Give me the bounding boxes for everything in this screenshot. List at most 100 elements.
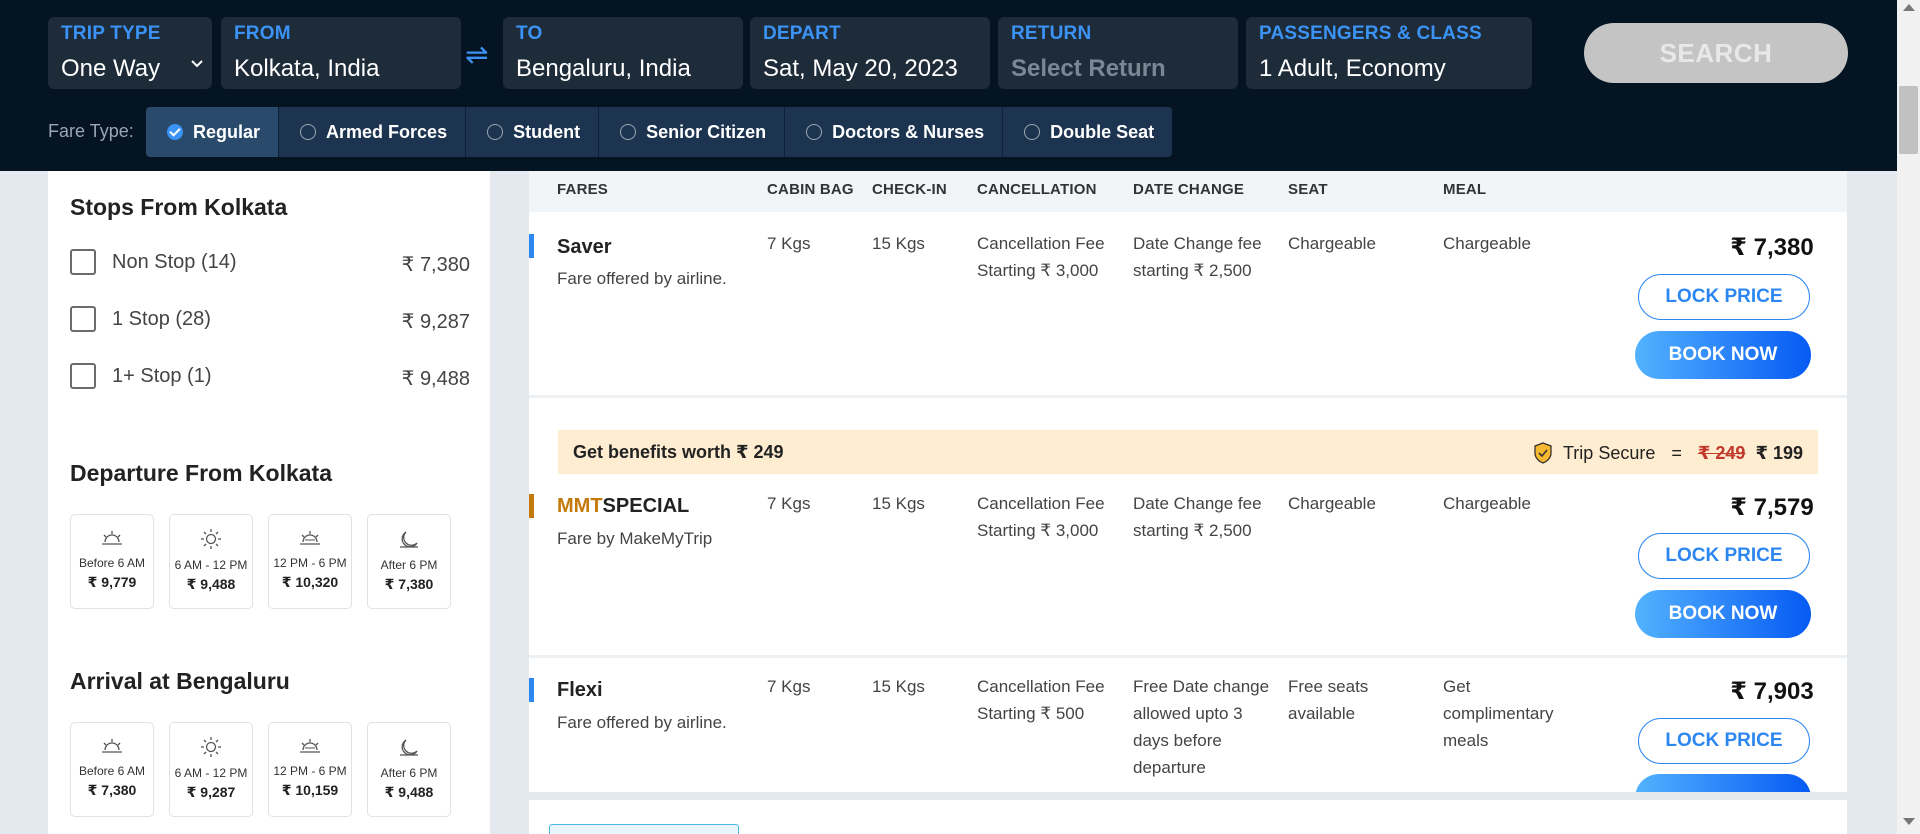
fare-name: Flexi <box>557 679 603 701</box>
seat-value: Free seats available <box>1288 673 1368 727</box>
scrollbar-thumb[interactable] <box>1899 86 1918 154</box>
arrival-slot-before-6am[interactable]: Before 6 AM ₹ 7,380 <box>70 722 154 817</box>
moon-icon <box>400 531 418 548</box>
trip-type-select[interactable]: TRIP TYPE One Way <box>48 17 212 89</box>
seat-line: available <box>1288 704 1356 723</box>
swap-icon[interactable]: ⇌ <box>465 38 488 71</box>
radio-icon <box>806 124 823 140</box>
fare-accent-bar <box>529 494 534 518</box>
cancellation-value: Cancellation Fee Starting ₹ 500 <box>977 673 1105 727</box>
passengers-class-label: PASSENGERS & CLASS <box>1259 23 1482 44</box>
arrival-slot-morning[interactable]: 6 AM - 12 PM ₹ 9,287 <box>169 722 253 817</box>
book-now-button[interactable] <box>1635 774 1811 792</box>
slot-price: ₹ 9,779 <box>87 574 137 590</box>
search-button[interactable]: SEARCH <box>1584 23 1848 83</box>
trip-secure-benefits-banner[interactable]: Get benefits worth ₹ 249 Trip Secure = ₹… <box>558 430 1818 474</box>
arrival-slot-afternoon[interactable]: 12 PM - 6 PM ₹ 10,159 <box>268 722 352 817</box>
stops-title: Stops From Kolkata <box>70 194 288 220</box>
sunrise-icon <box>102 739 122 753</box>
row-divider <box>529 792 1847 800</box>
old-price: ₹ 249 <box>1697 442 1746 463</box>
checkbox[interactable] <box>70 306 96 332</box>
check-in-value: 15 Kgs <box>872 677 925 696</box>
date-change-line: Date Change fee <box>1133 234 1262 253</box>
seat-value: Chargeable <box>1288 234 1376 253</box>
departure-slot-morning[interactable]: 6 AM - 12 PM ₹ 9,488 <box>169 514 253 609</box>
departure-title: Departure From Kolkata <box>70 460 333 486</box>
scroll-down-arrow-icon[interactable] <box>1903 818 1915 825</box>
cancellation-value: Cancellation Fee Starting ₹ 3,000 <box>977 490 1105 544</box>
next-flight-card <box>529 800 1847 834</box>
from-label: FROM <box>234 23 291 44</box>
date-change-line: days before <box>1133 731 1222 750</box>
passengers-class-value: 1 Adult, Economy <box>1259 55 1446 82</box>
lock-price-button[interactable]: LOCK PRICE <box>1638 718 1810 764</box>
date-change-line: starting ₹ 2,500 <box>1133 261 1252 280</box>
date-change-line: allowed upto 3 <box>1133 704 1243 723</box>
meal-line: Get <box>1443 677 1471 696</box>
fare-type-option-label: Doctors & Nurses <box>832 121 985 142</box>
return-label: RETURN <box>1011 23 1092 44</box>
benefits-text: Get benefits worth ₹ 249 <box>573 442 784 462</box>
slot-price: ₹ 9,488 <box>384 784 434 800</box>
depart-field[interactable]: DEPART Sat, May 20, 2023 <box>750 17 990 89</box>
fare-type-senior-citizen[interactable]: Senior Citizen <box>599 107 786 157</box>
stop-filter-nonstop[interactable]: Non Stop (14) ₹ 7,380 <box>70 247 470 277</box>
cancellation-line: Cancellation Fee <box>977 677 1105 696</box>
fare-price: ₹ 7,380 <box>1730 234 1814 261</box>
lock-price-button[interactable]: LOCK PRICE <box>1638 274 1810 320</box>
cabin-bag-value: 7 Kgs <box>767 494 811 513</box>
passengers-class-field[interactable]: PASSENGERS & CLASS 1 Adult, Economy <box>1246 17 1532 89</box>
slot-label: After 6 PM <box>380 766 438 780</box>
depart-value: Sat, May 20, 2023 <box>763 55 958 82</box>
date-change-line: departure <box>1133 758 1206 777</box>
meal-value: Chargeable <box>1443 234 1531 253</box>
fare-subtitle: Fare offered by airline. <box>557 713 727 732</box>
lock-price-button[interactable]: LOCK PRICE <box>1638 533 1810 579</box>
departure-slot-evening[interactable]: After 6 PM ₹ 7,380 <box>367 514 451 609</box>
col-header-check-in: CHECK-IN <box>872 181 947 198</box>
sunrise-icon <box>102 531 122 545</box>
departure-slot-afternoon[interactable]: 12 PM - 6 PM ₹ 10,320 <box>268 514 352 609</box>
cancellation-value: Cancellation Fee Starting ₹ 3,000 <box>977 230 1105 284</box>
fare-price: ₹ 7,903 <box>1730 678 1814 705</box>
stop-label: 1+ Stop (1) <box>112 365 212 387</box>
fare-type-student[interactable]: Student <box>466 107 600 157</box>
slot-price: ₹ 9,287 <box>186 784 236 800</box>
trip-type-value: One Way <box>61 55 161 82</box>
to-field[interactable]: TO Bengaluru, India <box>503 17 743 89</box>
cancellation-line: Starting ₹ 500 <box>977 704 1085 723</box>
book-now-button-clipped[interactable] <box>1635 774 1811 792</box>
arrival-slot-evening[interactable]: After 6 PM ₹ 9,488 <box>367 722 451 817</box>
book-now-button[interactable]: BOOK NOW <box>1635 331 1811 379</box>
moon-icon <box>400 739 418 756</box>
cabin-bag-value: 7 Kgs <box>767 677 811 696</box>
slot-label: 12 PM - 6 PM <box>273 764 347 778</box>
fare-type-double-seat[interactable]: Double Seat <box>1003 107 1173 157</box>
scroll-up-arrow-icon[interactable] <box>1903 4 1915 11</box>
sun-icon <box>201 529 221 549</box>
return-field[interactable]: RETURN Select Return <box>998 17 1238 89</box>
departure-slot-before-6am[interactable]: Before 6 AM ₹ 9,779 <box>70 514 154 609</box>
sunset-icon <box>300 531 320 545</box>
fare-type-armed-forces[interactable]: Armed Forces <box>279 107 467 157</box>
fare-type-regular[interactable]: Regular <box>146 107 280 157</box>
cancellation-line: Cancellation Fee <box>977 494 1105 513</box>
search-header: TRIP TYPE One Way FROM Kolkata, India ⇌ … <box>0 0 1897 171</box>
checkbox[interactable] <box>70 249 96 275</box>
from-field[interactable]: FROM Kolkata, India <box>221 17 461 89</box>
slot-price: ₹ 7,380 <box>384 576 434 592</box>
depart-label: DEPART <box>763 23 841 44</box>
book-now-button[interactable]: BOOK NOW <box>1635 590 1811 638</box>
radio-icon <box>1024 124 1041 140</box>
stop-filter-1-stop[interactable]: 1 Stop (28) ₹ 9,287 <box>70 304 470 334</box>
stop-filter-1plus-stop[interactable]: 1+ Stop (1) ₹ 9,488 <box>70 361 470 391</box>
sunset-icon <box>300 739 320 753</box>
fare-type-option-label: Regular <box>193 121 261 142</box>
fare-type-option-label: Armed Forces <box>326 121 448 142</box>
date-change-value: Date Change fee starting ₹ 2,500 <box>1133 490 1262 544</box>
fare-type-doctors-nurses[interactable]: Doctors & Nurses <box>785 107 1004 157</box>
fare-subtitle: Fare offered by airline. <box>557 269 727 288</box>
to-value: Bengaluru, India <box>516 55 691 82</box>
checkbox[interactable] <box>70 363 96 389</box>
